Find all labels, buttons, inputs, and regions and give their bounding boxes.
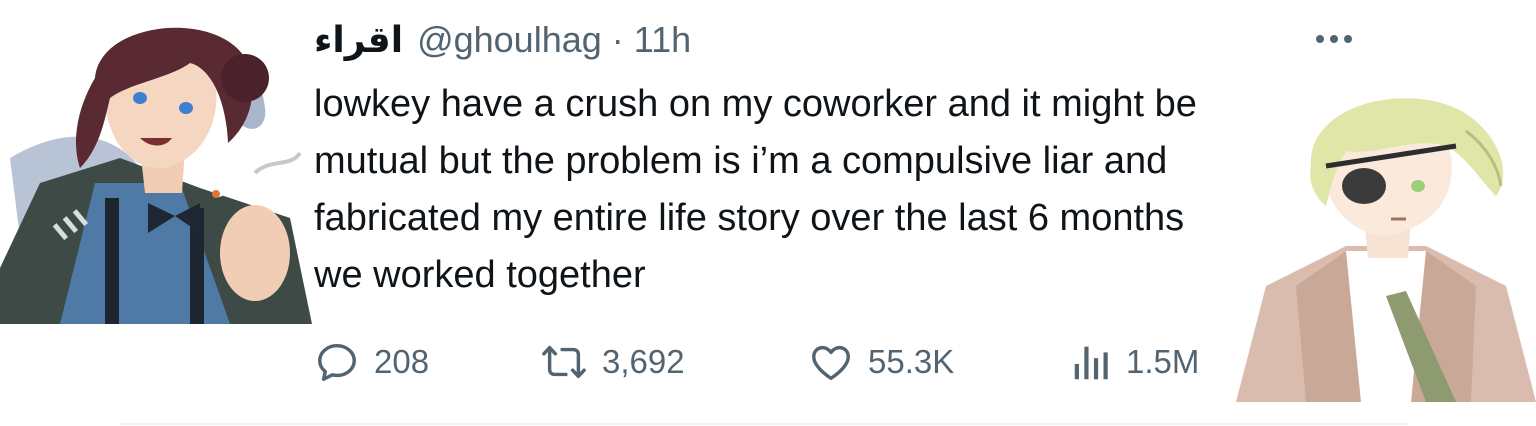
views-count: 1.5M — [1126, 343, 1200, 380]
bottom-divider — [120, 423, 1410, 425]
heart-icon — [812, 345, 850, 381]
timestamp[interactable]: 11h — [634, 19, 691, 61]
left-character-illustration — [0, 8, 312, 324]
retweet-button[interactable]: 3,692 — [540, 336, 685, 388]
views-bar-chart-icon — [1074, 346, 1108, 380]
views-button[interactable]: 1.5M — [1072, 336, 1199, 388]
reply-icon — [318, 343, 356, 381]
reply-count: 208 — [374, 343, 430, 380]
more-options-button[interactable] — [1306, 24, 1362, 54]
retweet-count: 3,692 — [602, 343, 685, 380]
retweet-icon — [542, 345, 586, 379]
tweet-action-bar: 208 3,692 55.3K 1.5M — [314, 336, 1234, 388]
separator-dot: · — [611, 19, 624, 60]
tweet-text: lowkey have a crush on my coworker and i… — [314, 83, 1197, 296]
display-name[interactable]: اقراء — [314, 19, 403, 61]
tweet-header: اقراء @ghoulhag · 11h — [314, 14, 691, 66]
user-handle[interactable]: @ghoulhag — [417, 19, 602, 61]
reply-button[interactable]: 208 — [314, 336, 429, 388]
like-button[interactable]: 55.3K — [808, 336, 954, 388]
like-count: 55.3K — [868, 343, 955, 380]
more-horizontal-icon — [1316, 35, 1352, 43]
